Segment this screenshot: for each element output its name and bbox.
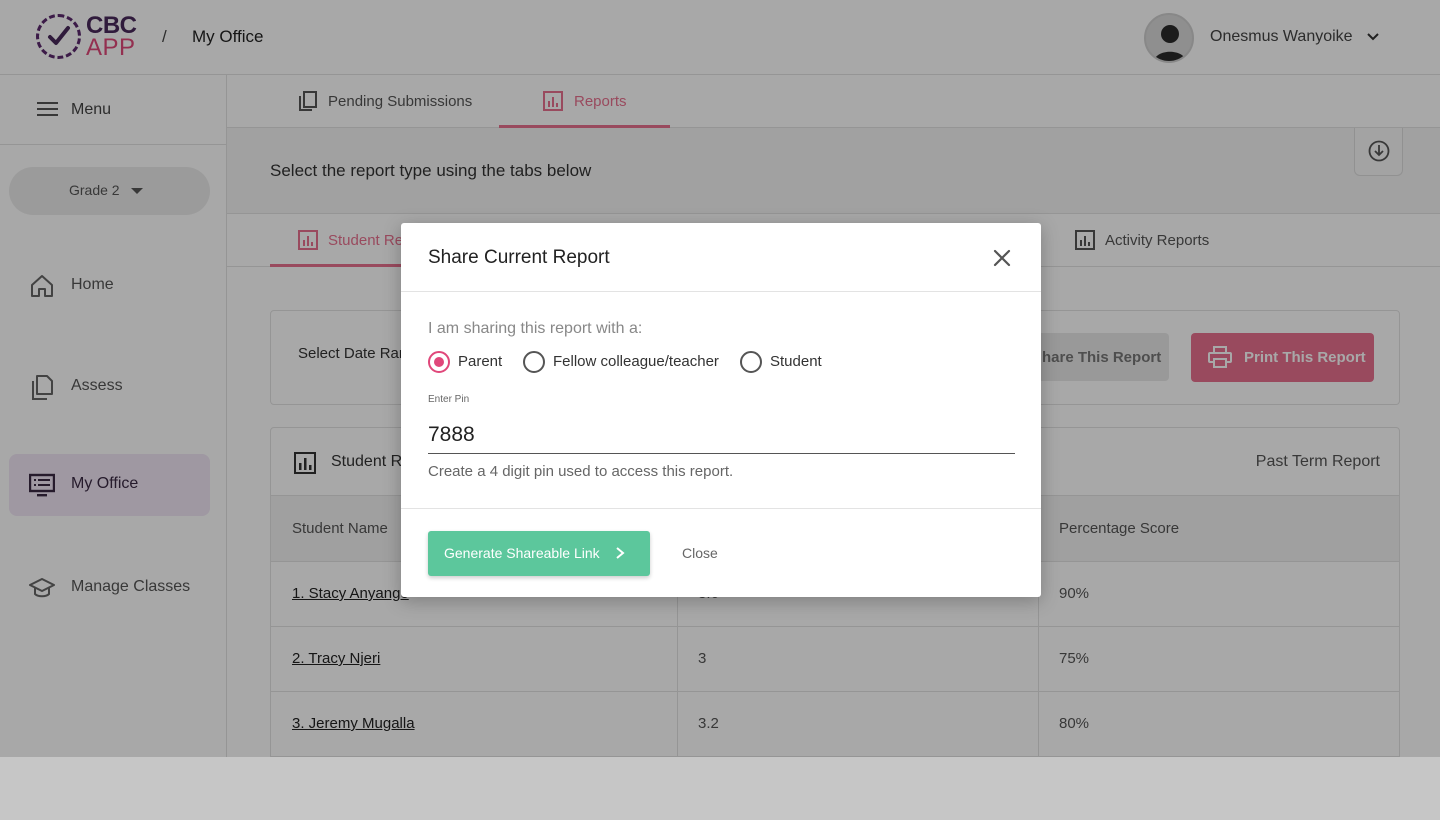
generate-button-label: Generate Shareable Link bbox=[444, 545, 600, 561]
radio-label: Student bbox=[770, 353, 822, 370]
modal-title: Share Current Report bbox=[428, 247, 610, 268]
chevron-right-icon bbox=[616, 547, 625, 559]
radio-dot bbox=[434, 357, 444, 367]
pin-help-text: Create a 4 digit pin used to access this… bbox=[428, 463, 734, 480]
bottom-strip bbox=[0, 757, 1440, 820]
generate-shareable-link-button[interactable]: Generate Shareable Link bbox=[428, 531, 650, 576]
modal-footer: Generate Shareable Link Close bbox=[401, 508, 1041, 597]
radio-button[interactable] bbox=[523, 351, 545, 373]
close-button[interactable]: Close bbox=[682, 545, 718, 561]
share-with-prompt: I am sharing this report with a: bbox=[428, 320, 643, 337]
radio-label: Parent bbox=[458, 353, 503, 370]
pin-input[interactable] bbox=[428, 416, 1015, 454]
modal-header: Share Current Report bbox=[401, 223, 1041, 292]
close-icon[interactable] bbox=[991, 247, 1013, 269]
share-report-modal: Share Current Report I am sharing this r… bbox=[401, 223, 1041, 597]
radio-button-checked[interactable] bbox=[428, 351, 450, 373]
radio-button[interactable] bbox=[740, 351, 762, 373]
pin-caption: Enter Pin bbox=[428, 394, 470, 405]
radio-label: Fellow colleague/teacher bbox=[553, 353, 719, 370]
